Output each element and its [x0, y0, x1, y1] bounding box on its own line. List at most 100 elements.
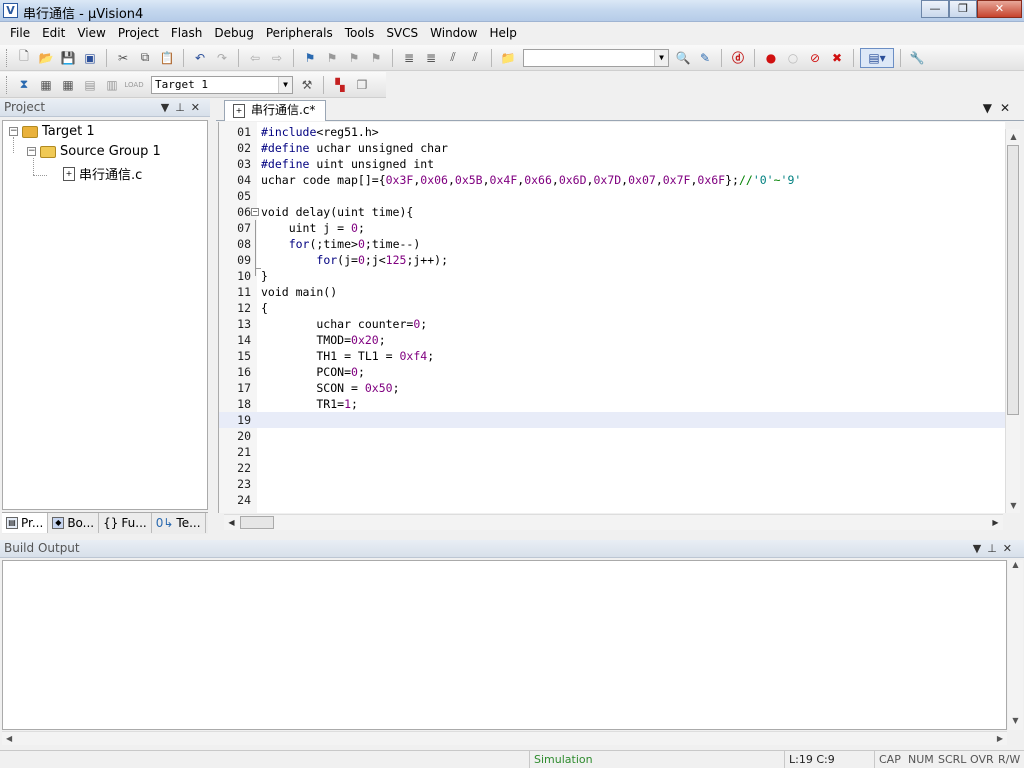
manage-components-icon[interactable]: ▚ [330, 75, 350, 95]
target-select[interactable]: Target 1 ▼ [151, 75, 293, 94]
code-line[interactable]: 08 for(;time>0;time--) [219, 236, 1005, 252]
toolbar-grip[interactable] [6, 48, 9, 67]
code-line[interactable]: 06− void delay(uint time){ [219, 204, 1005, 220]
stop-build-icon[interactable]: ▥ [102, 75, 122, 95]
scroll-thumb[interactable] [1007, 145, 1019, 415]
nav-back-icon[interactable]: ⇦ [245, 48, 265, 68]
menu-flash[interactable]: Flash [165, 26, 208, 40]
code-line[interactable]: 10} [219, 268, 1005, 284]
tree-item-source-group[interactable]: − Source Group 1 [27, 144, 161, 159]
code-line[interactable]: 01 #include<reg51.h> [219, 124, 1005, 140]
close-button[interactable]: ✕ [977, 0, 1022, 18]
code-line[interactable]: 12 { [219, 300, 1005, 316]
code-line[interactable]: 02 #define uchar unsigned char [219, 140, 1005, 156]
menu-svcs[interactable]: SVCS [380, 26, 424, 40]
debug-session-icon[interactable]: ⓓ [728, 48, 748, 68]
code-line[interactable]: 13 uchar counter=0; [219, 316, 1005, 332]
collapse-icon[interactable]: − [27, 147, 36, 156]
scroll-right-icon[interactable]: ▶ [988, 515, 1003, 530]
pin-icon[interactable]: ⊥ [175, 101, 191, 114]
scroll-down-icon[interactable]: ▼ [1008, 716, 1023, 730]
batch-build-icon[interactable]: ▤ [80, 75, 100, 95]
close-icon[interactable]: ✕ [191, 101, 206, 114]
code-line[interactable]: 21 [219, 444, 1005, 460]
scroll-down-icon[interactable]: ▼ [1006, 498, 1021, 513]
code-line[interactable]: 22 [219, 460, 1005, 476]
code-line[interactable]: 17 SCON = 0x50; [219, 380, 1005, 396]
scroll-thumb[interactable] [240, 516, 274, 529]
manage-books-icon[interactable]: ❐ [352, 75, 372, 95]
build-icon[interactable]: ▦ [36, 75, 56, 95]
bookmark-toggle-icon[interactable]: ⚑ [300, 48, 320, 68]
find-combo[interactable]: ▼ [523, 48, 669, 67]
code-line[interactable]: 18 TR1=1; [219, 396, 1005, 412]
code-line[interactable]: 07 uint j = 0; [219, 220, 1005, 236]
save-all-icon[interactable]: ▣ [80, 48, 100, 68]
code-line[interactable]: 23 [219, 476, 1005, 492]
code-line[interactable]: 14 TMOD=0x20; [219, 332, 1005, 348]
uncomment-icon[interactable]: ⫽ [465, 48, 485, 68]
code-line[interactable]: 11 void main() [219, 284, 1005, 300]
unindent-icon[interactable]: ≣ [421, 48, 441, 68]
close-icon[interactable]: ✕ [1000, 101, 1018, 115]
minimize-button[interactable]: — [921, 0, 949, 18]
editor-vertical-scrollbar[interactable]: ▲ ▼ [1005, 129, 1020, 513]
menu-file[interactable]: File [4, 26, 36, 40]
tab-project[interactable]: ▤ Pr... [2, 513, 49, 533]
build-output-area[interactable] [2, 560, 1007, 730]
toolbar-grip[interactable] [6, 75, 9, 94]
disable-breakpoints-icon[interactable]: ⊘ [805, 48, 825, 68]
indent-icon[interactable]: ≣ [399, 48, 419, 68]
bookmark-clear-icon[interactable]: ⚑ [366, 48, 386, 68]
menu-tools[interactable]: Tools [339, 26, 381, 40]
menu-peripherals[interactable]: Peripherals [260, 26, 339, 40]
code-line[interactable]: 16 PCON=0; [219, 364, 1005, 380]
tab-templates[interactable]: 0↳ Te... [152, 513, 206, 533]
menu-view[interactable]: View [71, 26, 111, 40]
scroll-right-icon[interactable]: ▶ [997, 734, 1003, 743]
copy-icon[interactable]: ⧉ [135, 48, 155, 68]
chevron-down-icon[interactable]: ▼ [973, 542, 987, 555]
maximize-button[interactable]: ❐ [949, 0, 977, 18]
target-options-icon[interactable]: ⚒ [297, 75, 317, 95]
new-file-icon[interactable]: 🗋 [14, 48, 34, 68]
find-in-files-icon[interactable]: 📁 [498, 48, 518, 68]
scroll-left-icon[interactable]: ◀ [6, 734, 12, 743]
comment-icon[interactable]: ⫽ [443, 48, 463, 68]
bookmark-prev-icon[interactable]: ⚑ [322, 48, 342, 68]
find-icon[interactable]: 🔍 [673, 48, 693, 68]
menu-window[interactable]: Window [424, 26, 483, 40]
code-line[interactable]: 15 TH1 = TL1 = 0xf4; [219, 348, 1005, 364]
tab-books[interactable]: ◆ Bo... [48, 513, 100, 533]
editor-tab-file[interactable]: + 串行通信.c* [224, 100, 327, 121]
paste-icon[interactable]: 📋 [157, 48, 177, 68]
undo-icon[interactable]: ↶ [190, 48, 210, 68]
redo-icon[interactable]: ↷ [212, 48, 232, 68]
menu-project[interactable]: Project [112, 26, 165, 40]
save-icon[interactable]: 💾 [58, 48, 78, 68]
tab-functions[interactable]: {} Fu... [99, 513, 152, 533]
pin-icon[interactable]: ⊥ [987, 542, 1003, 555]
insert-breakpoint-icon[interactable]: ● [761, 48, 781, 68]
menu-edit[interactable]: Edit [36, 26, 71, 40]
scroll-up-icon[interactable]: ▲ [1008, 560, 1023, 574]
code-line[interactable]: 20 [219, 428, 1005, 444]
chevron-down-icon[interactable]: ▼ [278, 76, 292, 93]
cut-icon[interactable]: ✂ [113, 48, 133, 68]
build-output-vertical-scrollbar[interactable]: ▲ ▼ [1008, 560, 1023, 730]
chevron-down-icon[interactable]: ▼ [983, 101, 1000, 115]
fold-toggle-icon[interactable]: − [251, 208, 259, 216]
menu-help[interactable]: Help [483, 26, 522, 40]
collapse-icon[interactable]: − [9, 127, 18, 136]
rebuild-icon[interactable]: ▦ [58, 75, 78, 95]
download-icon[interactable]: LOAD [124, 75, 144, 95]
chevron-down-icon[interactable]: ▼ [161, 101, 175, 114]
build-output-horizontal-scrollbar[interactable]: ◀ ▶ [2, 731, 1007, 745]
editor-horizontal-scrollbar[interactable]: ◀ ▶ [224, 514, 1003, 530]
nav-forward-icon[interactable]: ⇨ [267, 48, 287, 68]
code-line-current[interactable]: 19 [219, 412, 1005, 428]
code-line[interactable]: 05 [219, 188, 1005, 204]
tree-item-target[interactable]: − Target 1 [9, 124, 95, 139]
enable-breakpoint-icon[interactable]: ○ [783, 48, 803, 68]
close-icon[interactable]: ✕ [1003, 542, 1018, 555]
